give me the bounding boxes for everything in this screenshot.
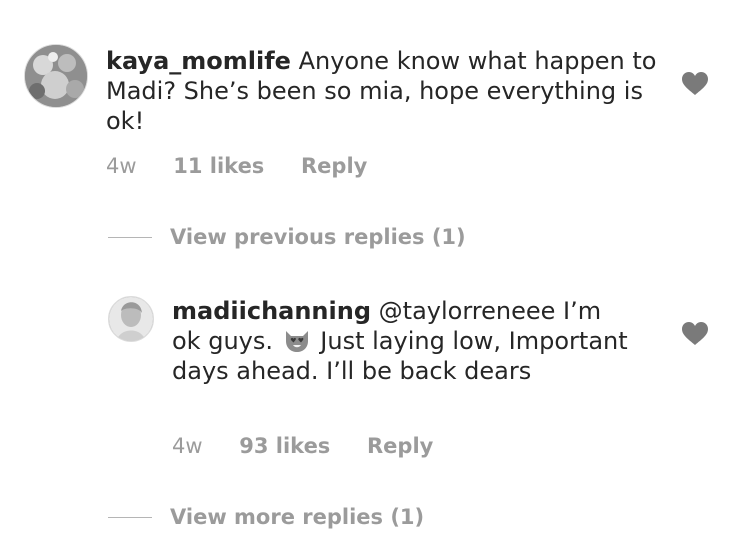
comment-age: 4w (106, 154, 137, 178)
divider-line (108, 236, 152, 238)
avatar[interactable] (108, 296, 154, 342)
view-more-replies[interactable]: View more replies (1) (108, 505, 424, 531)
reply-likes[interactable]: 93 likes (239, 434, 330, 458)
reply-button[interactable]: Reply (301, 154, 367, 178)
view-more-replies-label[interactable]: View more replies (1) (170, 505, 424, 529)
comment-meta: 4w 11 likes Reply (106, 154, 397, 178)
reply-age: 4w (172, 434, 203, 458)
divider-line (108, 516, 152, 518)
comment-text-block: kaya_momlife Anyone know what happen to … (106, 46, 666, 136)
avatar[interactable] (24, 44, 88, 108)
avatar-photo-icon (109, 297, 153, 341)
reply-username[interactable]: madiichanning (172, 297, 371, 325)
like-heart-icon[interactable] (682, 322, 708, 346)
like-heart-icon[interactable] (682, 72, 708, 96)
comment-likes[interactable]: 11 likes (173, 154, 264, 178)
heart-eyes-cat-emoji-icon (283, 327, 311, 353)
reply-meta: 4w 93 likes Reply (172, 434, 463, 458)
comment-username[interactable]: kaya_momlife (106, 47, 291, 75)
reply-button[interactable]: Reply (367, 434, 433, 458)
reply-text-block: madiichanning @taylorreneee I’m ok guys.… (172, 296, 632, 386)
view-previous-replies-label[interactable]: View previous replies (1) (170, 225, 466, 249)
view-previous-replies[interactable]: View previous replies (1) (108, 225, 466, 251)
avatar-photo-icon (25, 45, 87, 107)
